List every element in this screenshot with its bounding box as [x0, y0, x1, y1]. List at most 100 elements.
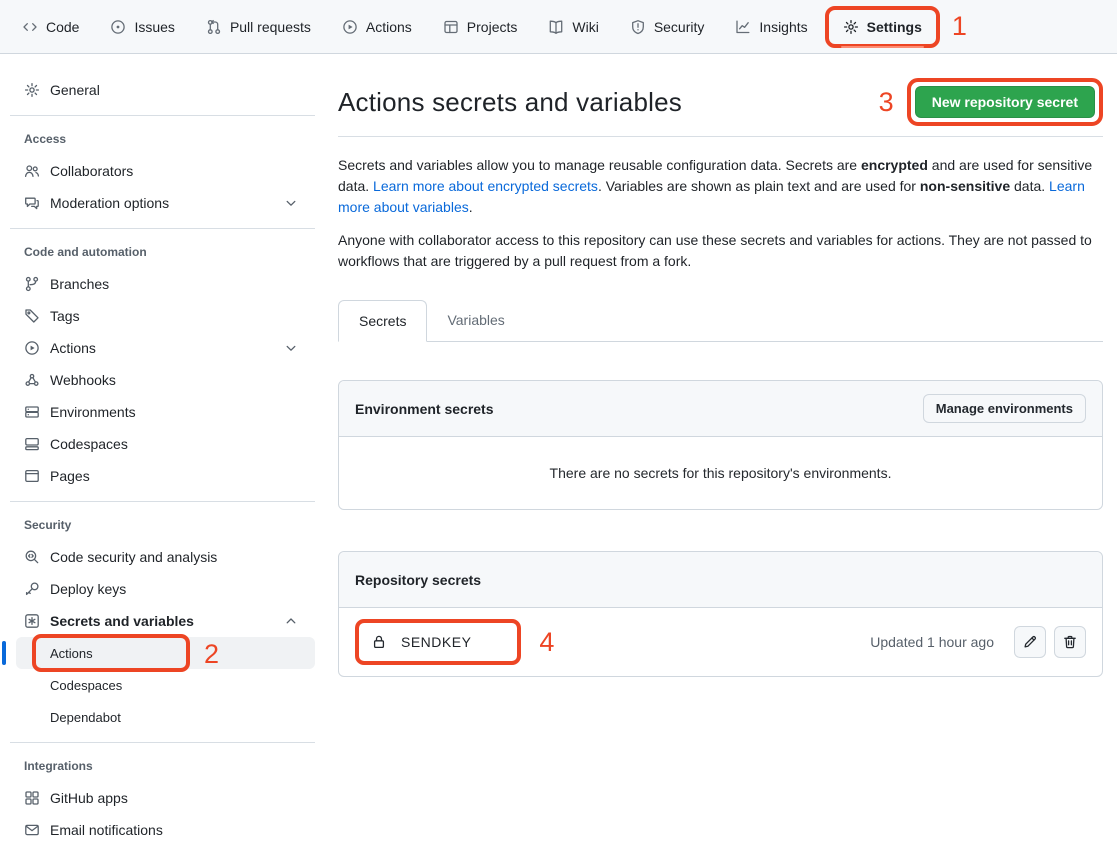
shield-icon: [630, 19, 646, 35]
manage-environments-button[interactable]: Manage environments: [923, 394, 1086, 423]
gear-icon: [843, 19, 859, 35]
annotation-number-1: 1: [952, 13, 967, 40]
chevron-up-icon: [283, 613, 299, 629]
description: Secrets and variables allow you to manag…: [338, 155, 1103, 272]
tab-variables[interactable]: Variables: [427, 300, 524, 342]
environment-secrets-card: Environment secrets Manage environments …: [338, 380, 1103, 510]
repository-secrets-title: Repository secrets: [355, 572, 481, 588]
codescan-icon: [24, 549, 40, 565]
play-icon: [342, 19, 358, 35]
graph-icon: [735, 19, 751, 35]
sidebar-divider: [10, 742, 315, 743]
sidebar-item-deploy-keys[interactable]: Deploy keys: [8, 573, 315, 605]
code-icon: [22, 19, 38, 35]
tab-secrets[interactable]: Secrets: [338, 300, 427, 342]
sidebar-item-webhooks[interactable]: Webhooks: [8, 364, 315, 396]
secret-row: SENDKEY 4 Updated 1 hour ago: [339, 608, 1102, 676]
nav-tab-actions[interactable]: Actions: [334, 13, 420, 41]
git-pull-request-icon: [206, 19, 222, 35]
active-tab-underline: [841, 46, 924, 48]
repository-secrets-header: Repository secrets: [339, 552, 1102, 608]
sidebar-item-actions[interactable]: Actions: [8, 332, 315, 364]
browser-icon: [24, 468, 40, 484]
nav-tab-insights[interactable]: Insights: [727, 13, 815, 41]
sidebar-divider: [10, 115, 315, 116]
page-title: Actions secrets and variables: [338, 87, 682, 118]
nav-tab-code[interactable]: Code: [14, 13, 87, 41]
sidebar-item-environments[interactable]: Environments: [8, 396, 315, 428]
repo-tab-nav: Code Issues Pull requests Actions Projec…: [0, 0, 1117, 54]
trash-icon: [1062, 634, 1078, 650]
annotation-box-4: SENDKEY: [355, 619, 521, 665]
people-icon: [24, 163, 40, 179]
nav-tab-wiki[interactable]: Wiki: [540, 13, 606, 41]
annotation-box-3: New repository secret: [907, 78, 1103, 126]
webhook-icon: [24, 372, 40, 388]
key-asterisk-icon: [24, 613, 40, 629]
header-actions: 3 New repository secret: [879, 78, 1103, 126]
annotation-box-1: Settings: [825, 6, 940, 48]
edit-secret-button[interactable]: [1014, 626, 1046, 658]
sidebar-item-collaborators[interactable]: Collaborators: [8, 155, 315, 187]
sidebar-item-pages[interactable]: Pages: [8, 460, 315, 492]
sidebar-item-tags[interactable]: Tags: [8, 300, 315, 332]
annotation-number-4: 4: [539, 629, 554, 656]
sidebar-divider: [10, 228, 315, 229]
play-icon: [24, 340, 40, 356]
annotation-number-3: 3: [879, 89, 894, 116]
environment-secrets-header: Environment secrets Manage environments: [339, 381, 1102, 437]
sidebar-section-security: Security: [8, 511, 315, 541]
gear-icon: [24, 82, 40, 98]
sidebar-item-codespaces[interactable]: Codespaces: [8, 428, 315, 460]
environment-secrets-empty-message: There are no secrets for this repository…: [339, 437, 1102, 509]
sidebar-item-secrets-and-variables[interactable]: Secrets and variables: [8, 605, 315, 637]
sidebar-item-code-security[interactable]: Code security and analysis: [8, 541, 315, 573]
sidebar-item-email-notifications[interactable]: Email notifications: [8, 814, 315, 846]
apps-icon: [24, 790, 40, 806]
comment-discussion-icon: [24, 195, 40, 211]
sidebar-section-code-automation: Code and automation: [8, 238, 315, 268]
chevron-down-icon: [283, 340, 299, 356]
delete-secret-button[interactable]: [1054, 626, 1086, 658]
settings-sidebar: General Access Collaborators Moderation …: [0, 54, 321, 867]
sidebar-item-moderation-options[interactable]: Moderation options: [8, 187, 315, 219]
environment-secrets-title: Environment secrets: [355, 401, 494, 417]
sidebar-subitem-actions-secrets[interactable]: Actions 2: [16, 637, 315, 669]
nav-tab-settings[interactable]: Settings: [835, 13, 930, 41]
sidebar-section-access: Access: [8, 125, 315, 155]
sidebar-section-integrations: Integrations: [8, 752, 315, 782]
secret-name: SENDKEY: [401, 634, 471, 650]
encrypted-secrets-link[interactable]: Learn more about encrypted secrets: [373, 178, 598, 194]
description-paragraph-2: Anyone with collaborator access to this …: [338, 230, 1103, 272]
main-content: Actions secrets and variables 3 New repo…: [321, 54, 1117, 867]
secret-row-actions: Updated 1 hour ago: [870, 626, 1086, 658]
sidebar-item-github-apps[interactable]: GitHub apps: [8, 782, 315, 814]
sidebar-subitem-codespaces-secrets[interactable]: Codespaces: [16, 669, 315, 701]
table-icon: [443, 19, 459, 35]
new-repository-secret-button[interactable]: New repository secret: [915, 86, 1095, 118]
page-header: Actions secrets and variables 3 New repo…: [338, 78, 1103, 137]
repository-secrets-card: Repository secrets SENDKEY 4 Updated 1 h…: [338, 551, 1103, 677]
git-branch-icon: [24, 276, 40, 292]
key-icon: [24, 581, 40, 597]
book-icon: [548, 19, 564, 35]
nav-tab-issues[interactable]: Issues: [102, 13, 182, 41]
pencil-icon: [1022, 634, 1038, 650]
sidebar-item-branches[interactable]: Branches: [8, 268, 315, 300]
secret-updated-time: Updated 1 hour ago: [870, 634, 994, 650]
server-icon: [24, 404, 40, 420]
issue-opened-icon: [110, 19, 126, 35]
nav-tab-security[interactable]: Security: [622, 13, 713, 41]
secrets-variables-tabs: Secrets Variables: [338, 300, 1103, 342]
codespaces-icon: [24, 436, 40, 452]
tag-icon: [24, 308, 40, 324]
sidebar-subitem-dependabot-secrets[interactable]: Dependabot: [16, 701, 315, 733]
mail-icon: [24, 822, 40, 838]
nav-tab-projects[interactable]: Projects: [435, 13, 526, 41]
chevron-down-icon: [283, 195, 299, 211]
nav-tab-pull-requests[interactable]: Pull requests: [198, 13, 319, 41]
lock-icon: [371, 634, 387, 650]
sidebar-divider: [10, 501, 315, 502]
annotation-number-2: 2: [204, 641, 219, 668]
sidebar-item-general[interactable]: General: [8, 74, 315, 106]
